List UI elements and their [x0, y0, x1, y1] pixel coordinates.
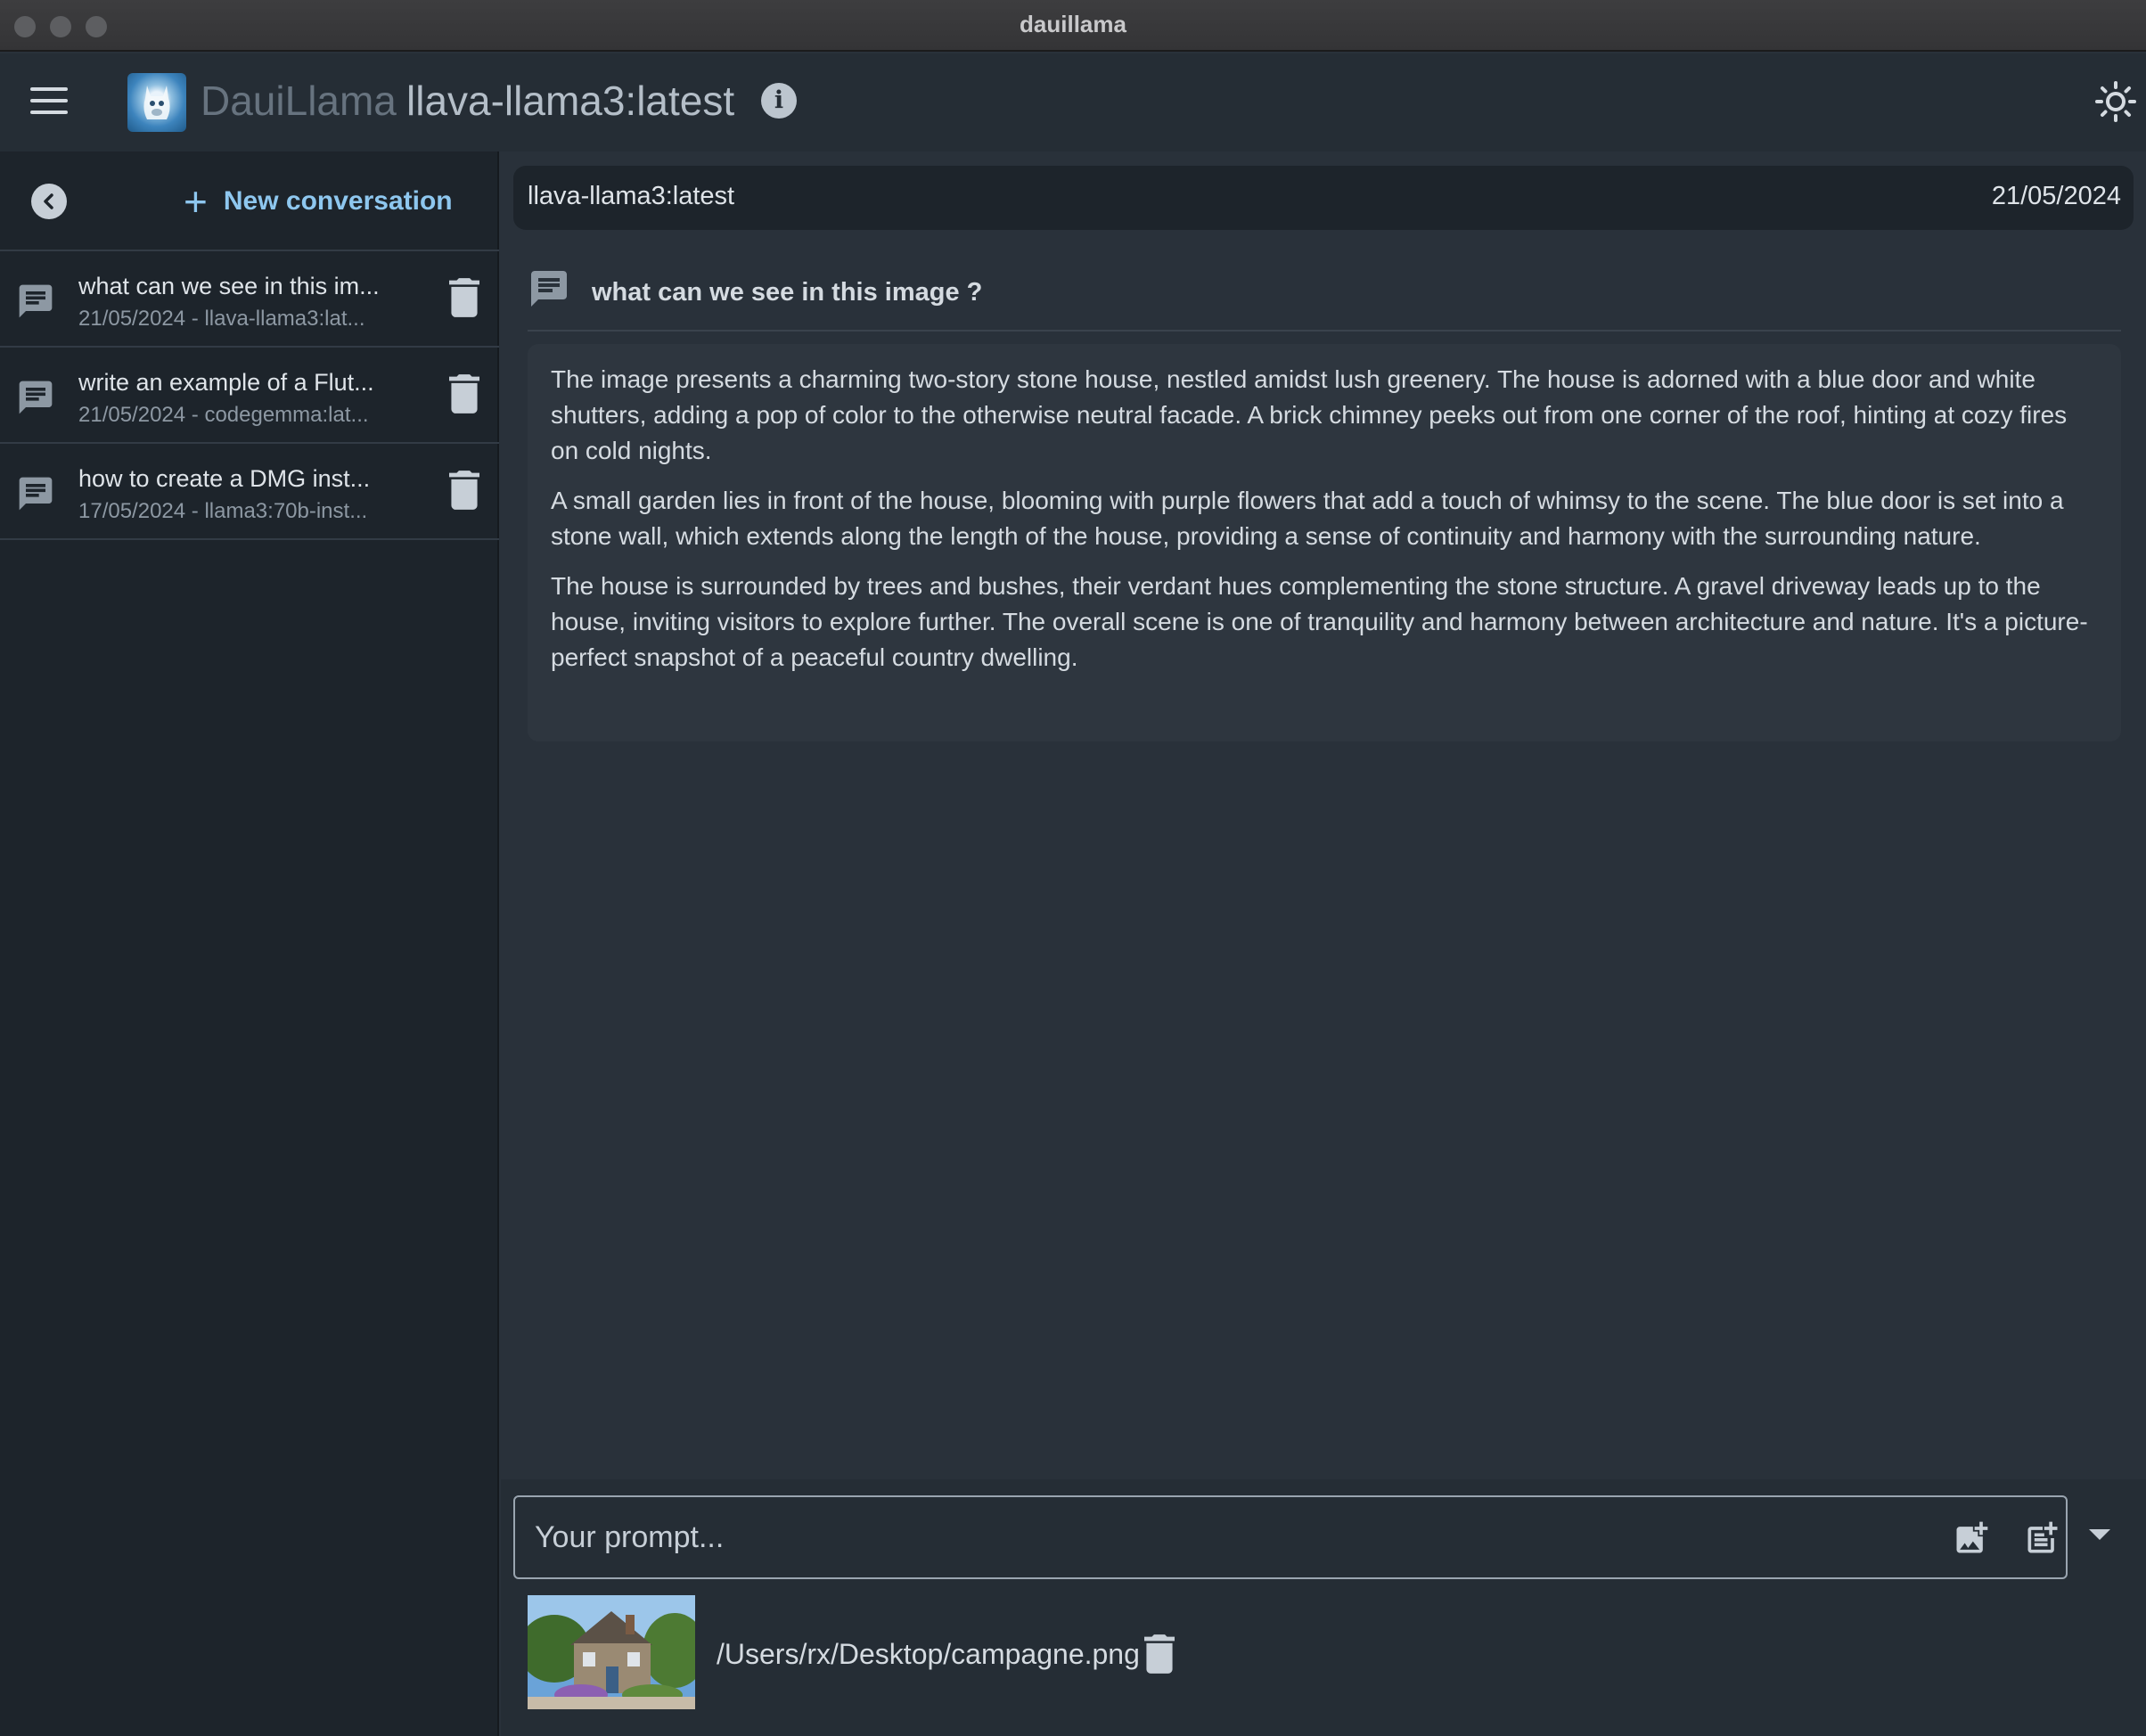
conversation-item[interactable]: how to create a DMG inst... 17/05/2024 -…	[0, 444, 499, 540]
app-window: dauillama DauiLlama llava-llama3:latest …	[0, 0, 2146, 1736]
delete-conversation-icon[interactable]	[449, 374, 479, 414]
conversation-header: llava-llama3:latest 21/05/2024	[513, 166, 2134, 230]
title-bar: dauillama	[0, 0, 2146, 52]
collapse-sidebar-button[interactable]	[31, 184, 67, 219]
prompt-area	[501, 1479, 2146, 1736]
conversation-subtitle: 21/05/2024 - llava-llama3:lat...	[78, 307, 365, 331]
brightness-icon[interactable]	[2094, 80, 2137, 123]
conversation-subtitle: 17/05/2024 - llama3:70b-inst...	[78, 499, 368, 523]
new-conversation-label: New conversation	[223, 186, 453, 216]
conversation-sidebar: + New conversation what can we see in th…	[0, 151, 499, 1736]
chat-icon	[19, 381, 53, 414]
hamburger-menu-icon[interactable]	[30, 87, 68, 118]
delete-conversation-icon[interactable]	[449, 278, 479, 317]
attachment-path: /Users/rx/Desktop/campagne.png	[717, 1638, 1140, 1670]
delete-conversation-icon[interactable]	[449, 471, 479, 510]
chat-icon	[19, 284, 53, 318]
assistant-answer: The image presents a charming two-story …	[528, 344, 2121, 741]
current-model-name[interactable]: llava-llama3:latest	[406, 77, 734, 125]
app-name: DauiLlama	[201, 78, 397, 124]
prompt-input[interactable]	[535, 1513, 1800, 1561]
question-text: what can we see in this image ?	[592, 278, 983, 307]
add-image-icon[interactable]	[1952, 1519, 1991, 1558]
sidebar-header: + New conversation	[0, 151, 499, 251]
answer-paragraph: The house is surrounded by trees and bus…	[551, 572, 2088, 671]
user-question: what can we see in this image ?	[528, 267, 2121, 332]
conversation-title: what can we see in this im...	[78, 273, 380, 299]
conversation-title: write an example of a Flut...	[78, 369, 374, 396]
answer-paragraph: A small garden lies in front of the hous…	[551, 487, 2064, 550]
window-title: dauillama	[1020, 11, 1126, 37]
chat-icon	[19, 477, 53, 511]
conversation-list: what can we see in this im... 21/05/2024…	[0, 251, 499, 540]
attachment-thumbnail	[528, 1595, 695, 1709]
answer-paragraph: The image presents a charming two-story …	[551, 365, 2068, 464]
conversation-subtitle: 21/05/2024 - codegemma:lat...	[78, 403, 369, 427]
chevron-left-icon	[44, 193, 53, 209]
new-conversation-button[interactable]: + New conversation	[184, 178, 453, 225]
app-logo	[127, 73, 186, 132]
chat-icon	[531, 271, 567, 307]
conversation-model: llava-llama3:latest	[528, 182, 735, 210]
add-document-icon[interactable]	[2023, 1519, 2062, 1558]
prompt-box	[513, 1495, 2068, 1579]
plus-icon: +	[184, 178, 208, 225]
info-icon[interactable]: i	[761, 83, 797, 119]
conversation-item[interactable]: write an example of a Flut... 21/05/2024…	[0, 348, 499, 444]
conversation-item[interactable]: what can we see in this im... 21/05/2024…	[0, 251, 499, 348]
app-bar: DauiLlama llava-llama3:latest i	[0, 53, 2146, 151]
caret-down-icon[interactable]	[2089, 1529, 2110, 1540]
conversation-main: llava-llama3:latest 21/05/2024 what can …	[501, 151, 2146, 1736]
conversation-title: how to create a DMG inst...	[78, 465, 371, 492]
remove-attachment-icon[interactable]	[1144, 1634, 1175, 1674]
conversation-date: 21/05/2024	[1991, 182, 2121, 210]
